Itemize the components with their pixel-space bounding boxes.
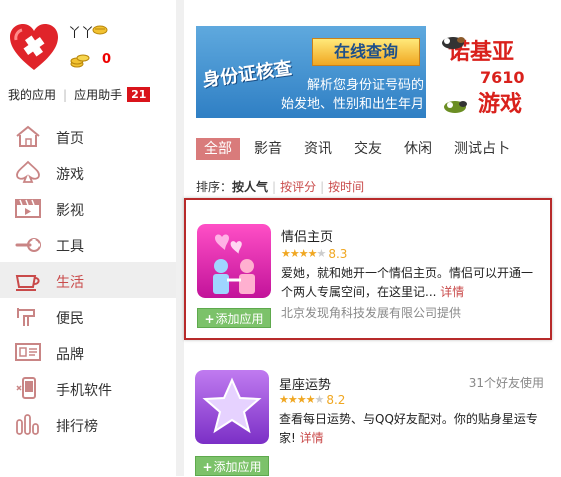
app-rating: ★★★★★ 8.2	[279, 392, 346, 407]
sidebar-item-label: 首页	[56, 131, 84, 147]
couple-app-icon[interactable]	[197, 224, 271, 298]
separator: |	[63, 87, 68, 102]
friends-using-count: 31个好友使用	[468, 376, 544, 390]
spade-icon	[16, 160, 40, 183]
add-app-label: 添加应用	[215, 312, 264, 326]
wrench-icon	[15, 238, 41, 252]
tab-casual[interactable]: 休闲	[396, 138, 440, 160]
app-name[interactable]: 星座运势	[279, 374, 331, 393]
app-description: 查看每日运势、与QQ好友配对。你的贴身星运专家! 详情	[279, 410, 539, 448]
app-provider: 北京发现角科技发展有限公司提供	[281, 306, 462, 320]
tab-news[interactable]: 资讯	[296, 138, 340, 160]
sidebar-item-label: 便民	[56, 311, 84, 327]
home-icon	[16, 125, 40, 147]
app-name[interactable]: 情侣主页	[281, 226, 333, 245]
banner-subtitle: 游戏	[478, 92, 523, 117]
plus-icon: +	[204, 312, 215, 326]
app-rating: ★★★★★ 8.3	[281, 246, 348, 261]
sidebar-item-games[interactable]: 游戏	[0, 154, 176, 190]
banner-desc-line: 解析您身份证号码的	[306, 78, 424, 93]
sort-by-time[interactable]: 按时间	[328, 180, 364, 194]
sidebar-item-label: 生活	[56, 275, 84, 291]
detail-link[interactable]: 详情	[440, 285, 464, 299]
separator: |	[320, 180, 325, 194]
add-app-button[interactable]: +添加应用	[195, 456, 269, 476]
sidebar-item-rankings[interactable]: 排行榜	[0, 406, 176, 442]
detail-link[interactable]: 详情	[300, 431, 324, 445]
banner-description: 解析您身份证号码的 始发地、性别和出生年月	[214, 76, 424, 114]
coin-count: 0	[102, 52, 112, 67]
app-score: 8.2	[326, 392, 346, 407]
sidebar-item-home[interactable]: 首页	[0, 118, 176, 154]
vip-badge-icon	[92, 25, 108, 35]
cow-icon	[444, 101, 467, 113]
id-card-icon	[15, 343, 41, 361]
film-icon	[15, 199, 41, 218]
sort-by-rating[interactable]: 按评分	[280, 180, 316, 194]
app-description: 爱她，就和她开一个情侣主页。情侣可以开通一个两人专属空间，在这里记... 详情	[281, 264, 541, 302]
banner-desc-line: 始发地、性别和出生年月	[280, 97, 424, 112]
sidebar-divider	[176, 0, 184, 476]
star-rating-icon: ★★★★★	[279, 393, 324, 406]
add-app-button[interactable]: +添加应用	[197, 308, 271, 328]
user-profile: 丫丫 0	[8, 18, 173, 78]
sidebar-item-label: 游戏	[56, 167, 84, 183]
category-tabs: 全部 影音 资讯 交友 休闲 测试占卜	[196, 138, 524, 160]
nokia-game-banner[interactable]: 诺基亚 7610 游戏	[440, 26, 561, 118]
sort-label: 排序：	[196, 180, 233, 194]
sidebar-nav: 首页 游戏 影视 工具 生活 便民 品牌 手机软件 排行榜	[0, 118, 176, 442]
avatar[interactable]	[8, 22, 60, 74]
separator: |	[272, 180, 277, 194]
tab-all[interactable]: 全部	[196, 138, 240, 160]
sidebar-item-label: 品牌	[56, 347, 84, 363]
star-app-icon[interactable]	[195, 370, 269, 444]
add-app-label: 添加应用	[213, 460, 262, 474]
sidebar-item-life[interactable]: 生活	[0, 262, 176, 298]
sidebar-item-brands[interactable]: 品牌	[0, 334, 176, 370]
app-card[interactable]: 星座运势 31个好友使用 ★★★★★ 8.2 查看每日运势、与QQ好友配对。你的贴…	[184, 370, 554, 476]
app-score: 8.3	[328, 246, 348, 261]
sidebar-item-tools[interactable]: 工具	[0, 226, 176, 262]
main-content: 身份证核查 在线查询 解析您身份证号码的 始发地、性别和出生年月 诺基亚 761…	[184, 0, 561, 476]
sidebar-item-label: 工具	[56, 239, 84, 255]
sidebar-item-mobile-software[interactable]: 手机软件	[0, 370, 176, 406]
app-card[interactable]: 情侣主页 ★★★★★ 8.3 爱她，就和她开一个情侣主页。情侣可以开通一个两人专属…	[184, 198, 552, 340]
faucet-icon	[17, 308, 35, 326]
sort-by-popularity[interactable]: 按人气	[232, 180, 268, 194]
cow-icon	[442, 37, 465, 49]
sidebar-item-label: 手机软件	[56, 383, 112, 399]
cup-icon	[15, 275, 40, 291]
username: 丫丫	[68, 26, 95, 41]
sidebar-item-label: 影视	[56, 203, 84, 219]
sidebar-item-convenience[interactable]: 便民	[0, 298, 176, 334]
sidebar-item-label: 排行榜	[56, 419, 98, 435]
tab-fortune[interactable]: 测试占卜	[446, 138, 518, 160]
my-apps-bar: 我的应用 | 应用助手 21	[8, 86, 151, 103]
phone-icon	[16, 377, 36, 399]
my-apps-link[interactable]: 我的应用	[8, 86, 56, 103]
helper-count-badge: 21	[127, 87, 151, 102]
app-desc-text: 爱她，就和她开一个情侣主页。情侣可以开通一个两人专属空间，在这里记...	[281, 266, 534, 299]
coin-icon	[70, 54, 90, 68]
id-check-banner[interactable]: 身份证核查 在线查询 解析您身份证号码的 始发地、性别和出生年月	[196, 26, 426, 118]
sort-bar: 排序：按人气 | 按评分 | 按时间	[196, 178, 364, 195]
bars-icon	[16, 414, 39, 435]
plus-icon: +	[202, 460, 213, 474]
star-rating-icon: ★★★★★	[281, 247, 326, 260]
sidebar: 丫丫 0 我的应用 | 应用助手 21 首页 游戏 影视 工具 生活 便民 品牌…	[0, 0, 176, 476]
app-helper-link[interactable]: 应用助手	[74, 86, 122, 103]
sidebar-item-movies[interactable]: 影视	[0, 190, 176, 226]
tab-media[interactable]: 影音	[246, 138, 290, 160]
banner-number: 7610	[480, 68, 525, 87]
tab-social[interactable]: 交友	[346, 138, 390, 160]
online-query-button[interactable]: 在线查询	[312, 38, 420, 66]
